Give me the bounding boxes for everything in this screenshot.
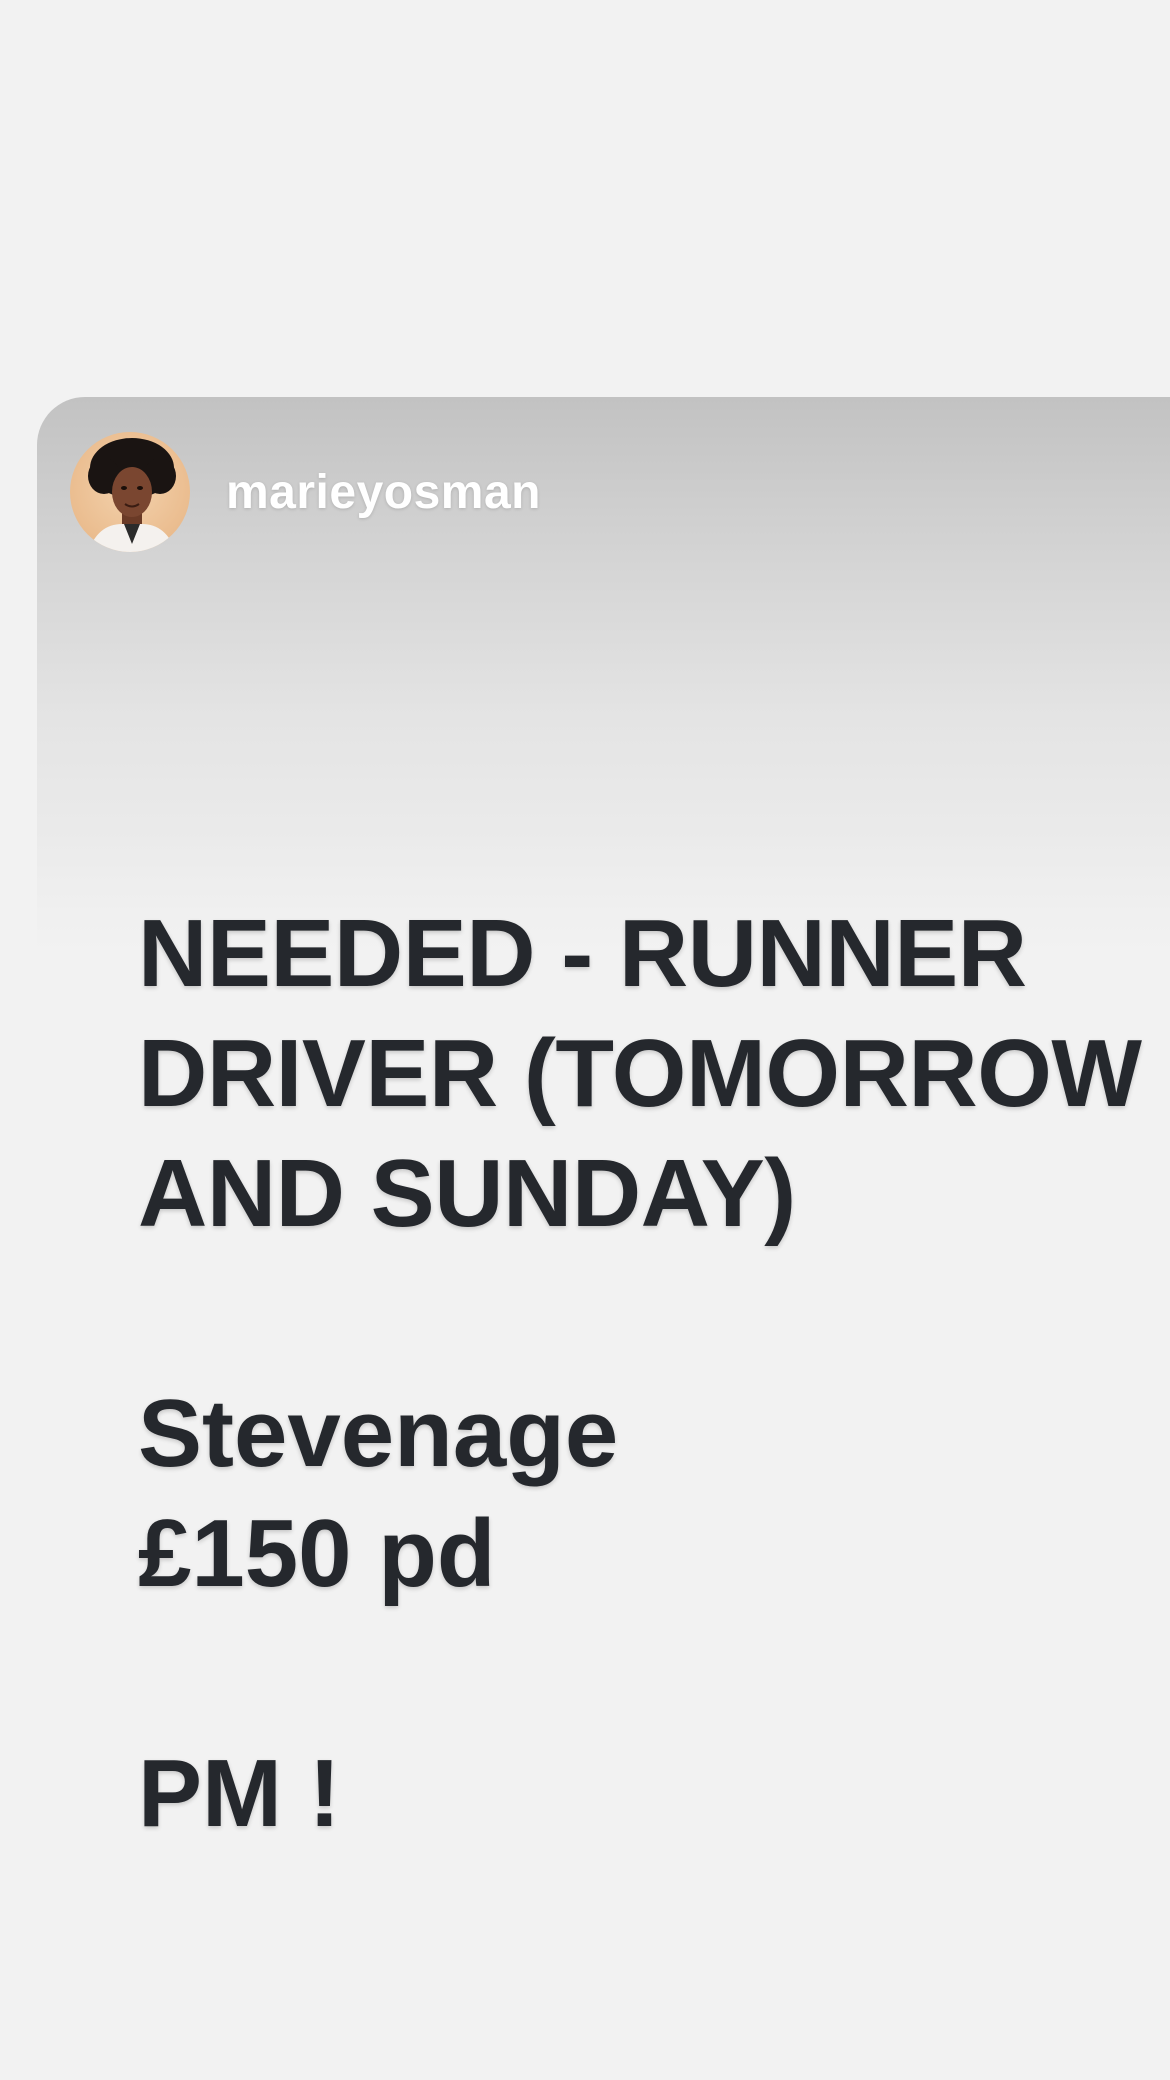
- call-to-action-text: PM !: [138, 1740, 341, 1847]
- headline-line-2: DRIVER (TOMORROW: [138, 1020, 1142, 1127]
- story-header[interactable]: marieyosman: [70, 432, 541, 552]
- pay-text: £150 pd: [138, 1500, 496, 1607]
- headline-line-3: AND SUNDAY): [138, 1140, 796, 1247]
- story-card: marieyosman NEEDED - RUNNER DRIVER (TOMO…: [37, 397, 1170, 2080]
- avatar[interactable]: [70, 432, 190, 552]
- author-username[interactable]: marieyosman: [226, 465, 541, 520]
- story-text: NEEDED - RUNNER DRIVER (TOMORROW AND SUN…: [138, 894, 1170, 1854]
- profile-photo-avatar-icon: [70, 432, 190, 552]
- location-text: Stevenage: [138, 1380, 619, 1487]
- headline-line-1: NEEDED - RUNNER: [138, 900, 1027, 1007]
